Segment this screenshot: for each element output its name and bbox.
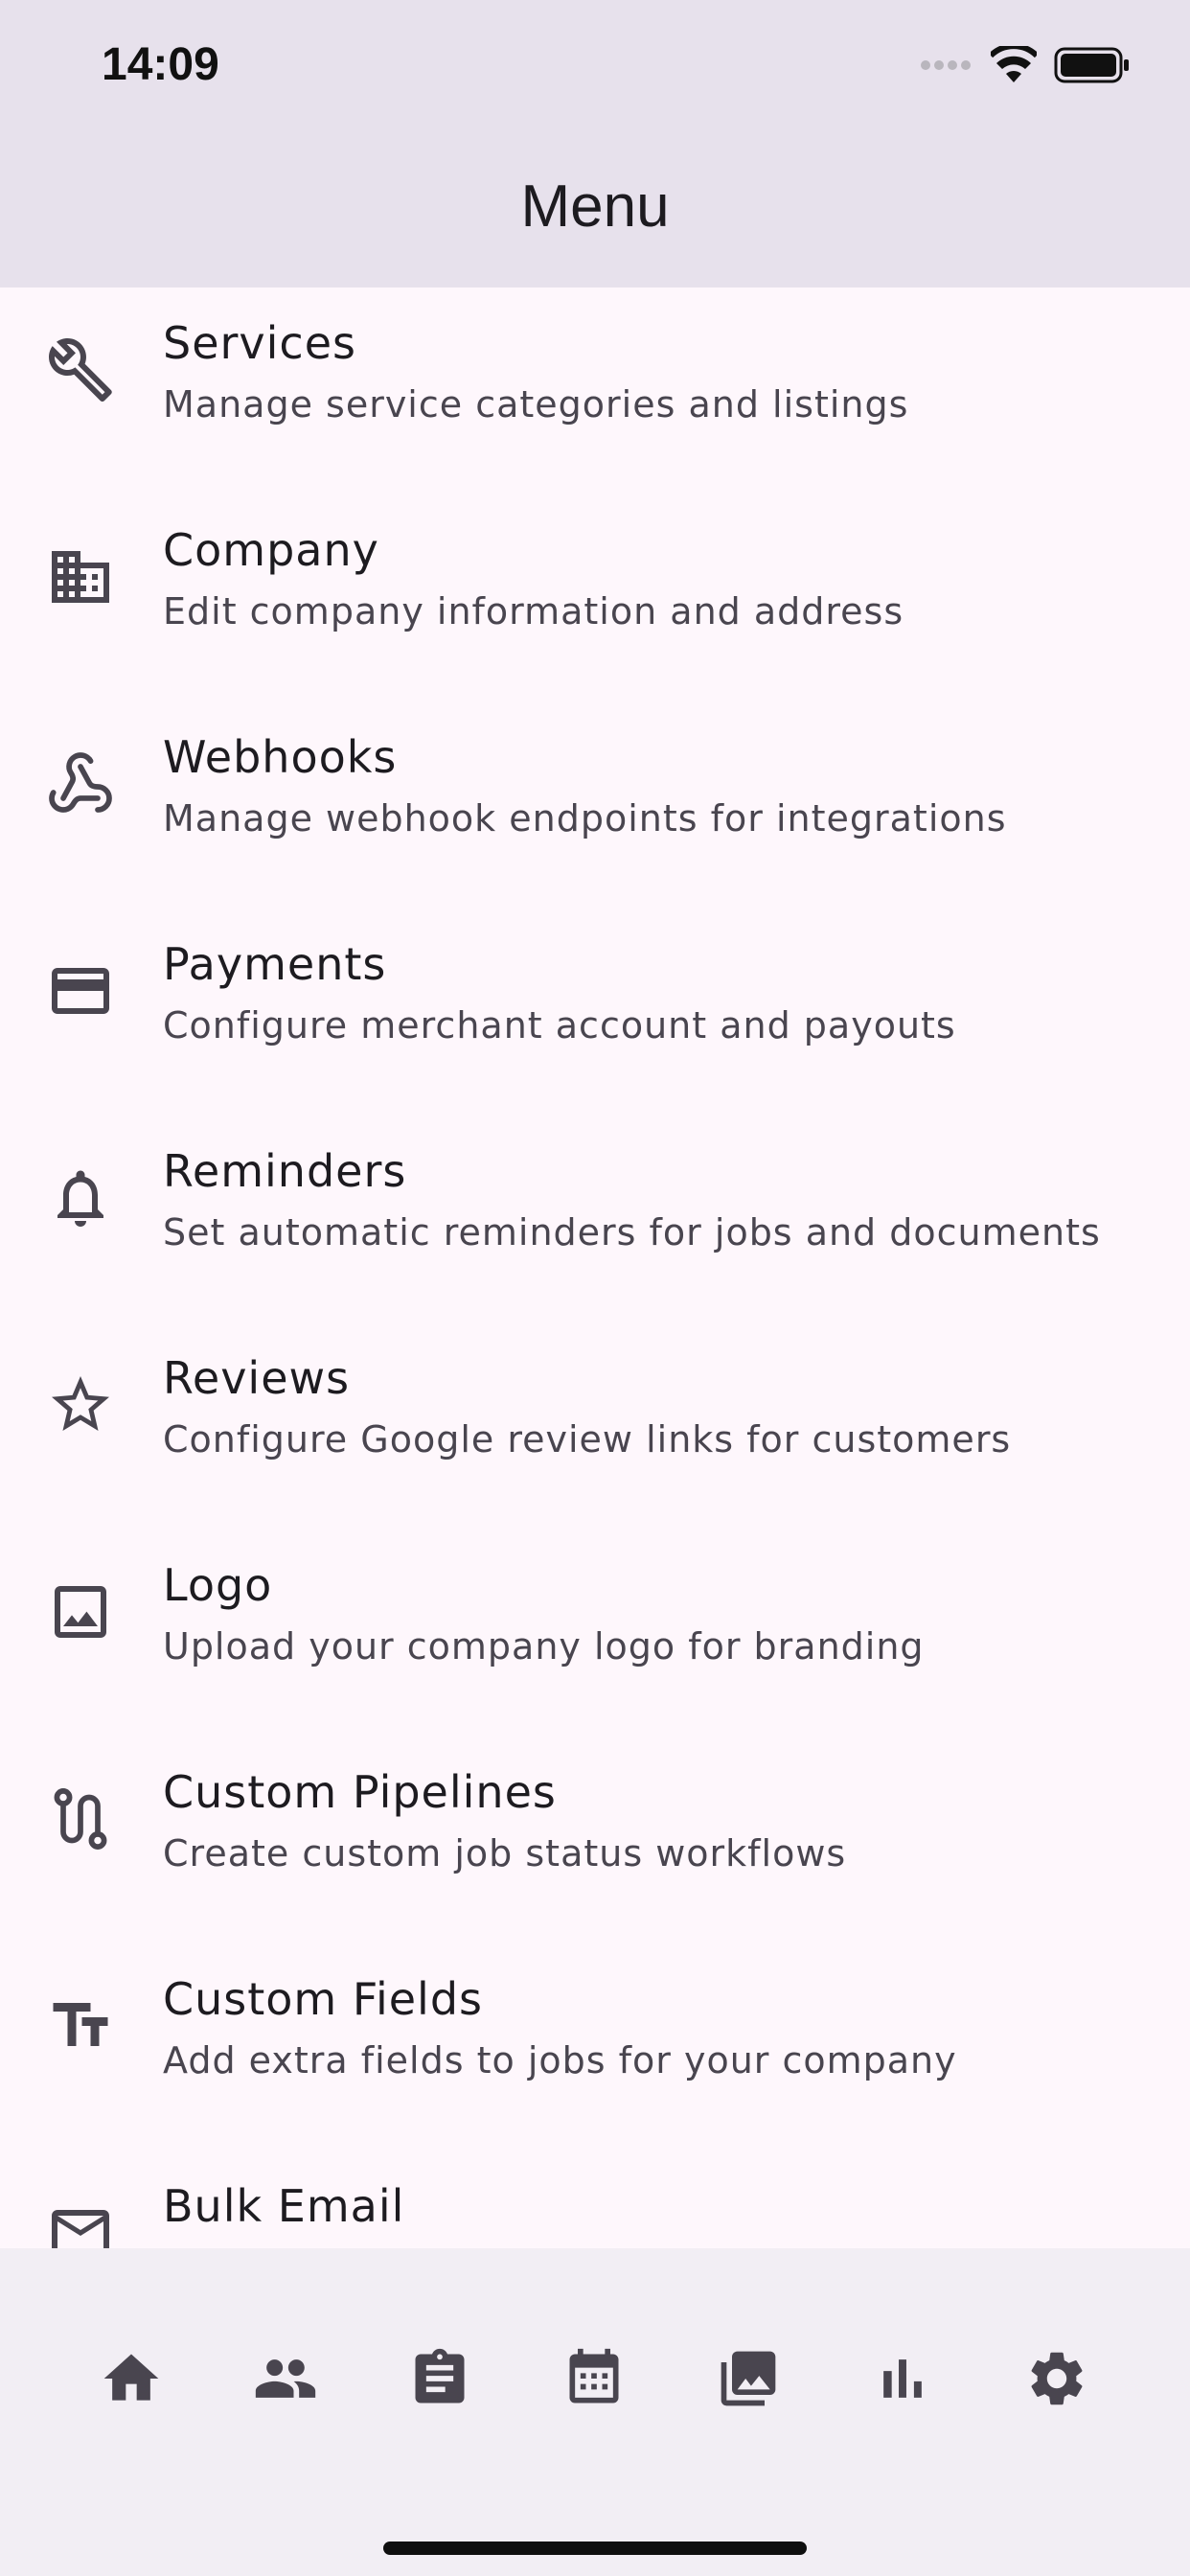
clipboard-icon — [415, 2348, 465, 2404]
home-icon — [103, 2354, 159, 2401]
building-icon — [46, 542, 115, 611]
menu-item-custom-fields[interactable]: Custom Fields Add extra fields to jobs f… — [0, 1944, 1190, 2150]
menu-item-title: Services — [163, 317, 356, 369]
menu-item-reviews[interactable]: Reviews Configure Google review links fo… — [0, 1322, 1190, 1530]
menu-item-title: Payments — [163, 938, 387, 990]
bell-icon — [46, 1163, 115, 1232]
status-icons — [920, 42, 1131, 88]
menu-item-title: Logo — [163, 1559, 273, 1611]
mail-icon — [46, 2198, 115, 2248]
menu-item-company[interactable]: Company Edit company information and add… — [0, 494, 1190, 702]
bar-chart-icon — [883, 2359, 922, 2398]
nav-jobs[interactable] — [401, 2340, 478, 2417]
menu-item-services[interactable]: Services Manage service categories and l… — [0, 288, 1190, 494]
nav-photos[interactable] — [710, 2340, 787, 2417]
menu-item-title: Custom Fields — [163, 1973, 483, 2025]
nav-reports[interactable] — [864, 2340, 941, 2417]
webhook-icon — [46, 749, 115, 818]
nav-settings[interactable] — [1018, 2340, 1095, 2417]
page-title: Menu — [520, 173, 670, 240]
menu-item-title: Custom Pipelines — [163, 1766, 557, 1818]
cellular-signal-icon — [921, 60, 971, 70]
menu-item-custom-pipelines[interactable]: Custom Pipelines Create custom job statu… — [0, 1736, 1190, 1944]
menu-item-subtitle: Configure Google review links for custom… — [163, 1418, 1012, 1460]
route-icon — [46, 1784, 115, 1853]
menu-item-subtitle: Edit company information and address — [163, 590, 904, 632]
credit-card-icon — [46, 956, 115, 1025]
home-indicator[interactable] — [383, 2542, 807, 2555]
menu-item-title: Webhooks — [163, 731, 398, 783]
people-icon — [255, 2359, 316, 2398]
calendar-icon — [569, 2348, 619, 2404]
wifi-icon — [991, 46, 1037, 82]
menu-item-title: Reviews — [163, 1352, 351, 1404]
menu-item-subtitle: Add extra fields to jobs for your compan… — [163, 2039, 957, 2082]
battery-icon — [1054, 47, 1129, 83]
menu-item-subtitle: Upload your company logo for branding — [163, 1625, 925, 1668]
status-time: 14:09 — [102, 39, 219, 90]
app-header: 14:09 Menu — [0, 0, 1190, 288]
menu-item-subtitle: Create custom job status workflows — [163, 1832, 847, 1874]
text-fields-icon — [46, 1991, 115, 2060]
menu-item-title: Company — [163, 524, 379, 576]
nav-calendar[interactable] — [556, 2340, 632, 2417]
settings-icon — [1031, 2352, 1083, 2405]
menu-item-subtitle: Manage webhook endpoints for integration… — [163, 797, 1007, 840]
image-icon — [46, 1577, 115, 1646]
menu-list[interactable]: Services Manage service categories and l… — [0, 288, 1190, 2248]
menu-item-subtitle: Set automatic reminders for jobs and doc… — [163, 1211, 1101, 1254]
nav-people[interactable] — [247, 2340, 324, 2417]
nav-home[interactable] — [93, 2340, 170, 2417]
menu-item-webhooks[interactable]: Webhooks Manage webhook endpoints for in… — [0, 702, 1190, 908]
menu-item-bulk-email[interactable]: Bulk Email — [0, 2150, 1190, 2248]
bottom-navigation — [0, 2248, 1190, 2576]
menu-screen: 14:09 Menu Services Manage service categ… — [0, 0, 1190, 2576]
menu-item-subtitle: Configure merchant account and payouts — [163, 1004, 956, 1046]
wrench-icon — [46, 335, 115, 404]
star-icon — [46, 1370, 115, 1439]
menu-item-logo[interactable]: Logo Upload your company logo for brandi… — [0, 1530, 1190, 1736]
menu-item-payments[interactable]: Payments Configure merchant account and … — [0, 908, 1190, 1116]
menu-item-title: Bulk Email — [163, 2180, 405, 2232]
menu-item-title: Reminders — [163, 1145, 407, 1197]
photos-icon — [721, 2351, 776, 2406]
menu-item-reminders[interactable]: Reminders Set automatic reminders for jo… — [0, 1116, 1190, 1322]
menu-item-subtitle: Manage service categories and listings — [163, 383, 909, 426]
